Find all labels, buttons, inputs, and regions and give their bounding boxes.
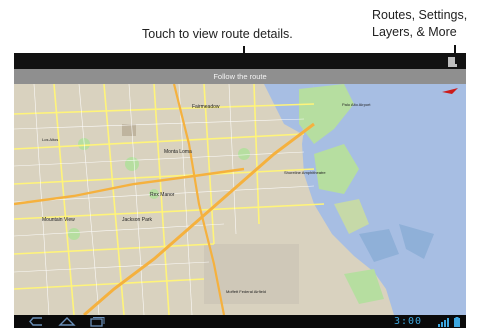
follow-route-banner[interactable]: Follow the route bbox=[14, 69, 466, 84]
status-icons bbox=[438, 317, 460, 327]
map-label-mountain-view: Mountain View bbox=[42, 217, 75, 223]
map-canvas bbox=[14, 84, 466, 315]
map-label-shoreline: Shoreline Amphitheatre bbox=[284, 170, 326, 175]
status-clock: 3:00 bbox=[394, 316, 423, 327]
home-icon[interactable] bbox=[58, 316, 76, 327]
route-details-callout: Touch to view route details. bbox=[142, 27, 293, 41]
back-icon[interactable] bbox=[28, 316, 46, 327]
overflow-menu-icon[interactable] bbox=[446, 56, 458, 68]
map-label-fairmeadow: Fairmeadow bbox=[192, 104, 220, 110]
map-view[interactable]: Fairmeadow Palo Alto Airport Los Altos M… bbox=[14, 84, 466, 315]
tablet-screen: Follow the route Fairmeadow Palo Alto Ai… bbox=[14, 53, 466, 328]
map-label-monta-loma: Monta Loma bbox=[164, 149, 192, 155]
menu-callout: Routes, Settings, Layers, & More bbox=[372, 7, 492, 41]
map-label-rex-manor: Rex Manor bbox=[150, 192, 175, 198]
signal-icon bbox=[438, 318, 449, 327]
menu-callout-line2: Layers, & More bbox=[372, 25, 457, 39]
battery-icon bbox=[454, 317, 460, 327]
system-nav-bar: 3:00 bbox=[14, 315, 466, 328]
map-label-jackson-park: Jackson Park bbox=[122, 217, 153, 223]
map-label-moffett: Moffett Federal Airfield bbox=[226, 289, 266, 294]
map-label-palo-alto-airport: Palo Alto Airport bbox=[342, 102, 371, 107]
menu-callout-line1: Routes, Settings, bbox=[372, 8, 468, 22]
recent-apps-icon[interactable] bbox=[88, 316, 106, 327]
action-bar bbox=[14, 53, 466, 69]
map-label-los-altos: Los Altos bbox=[42, 137, 59, 142]
